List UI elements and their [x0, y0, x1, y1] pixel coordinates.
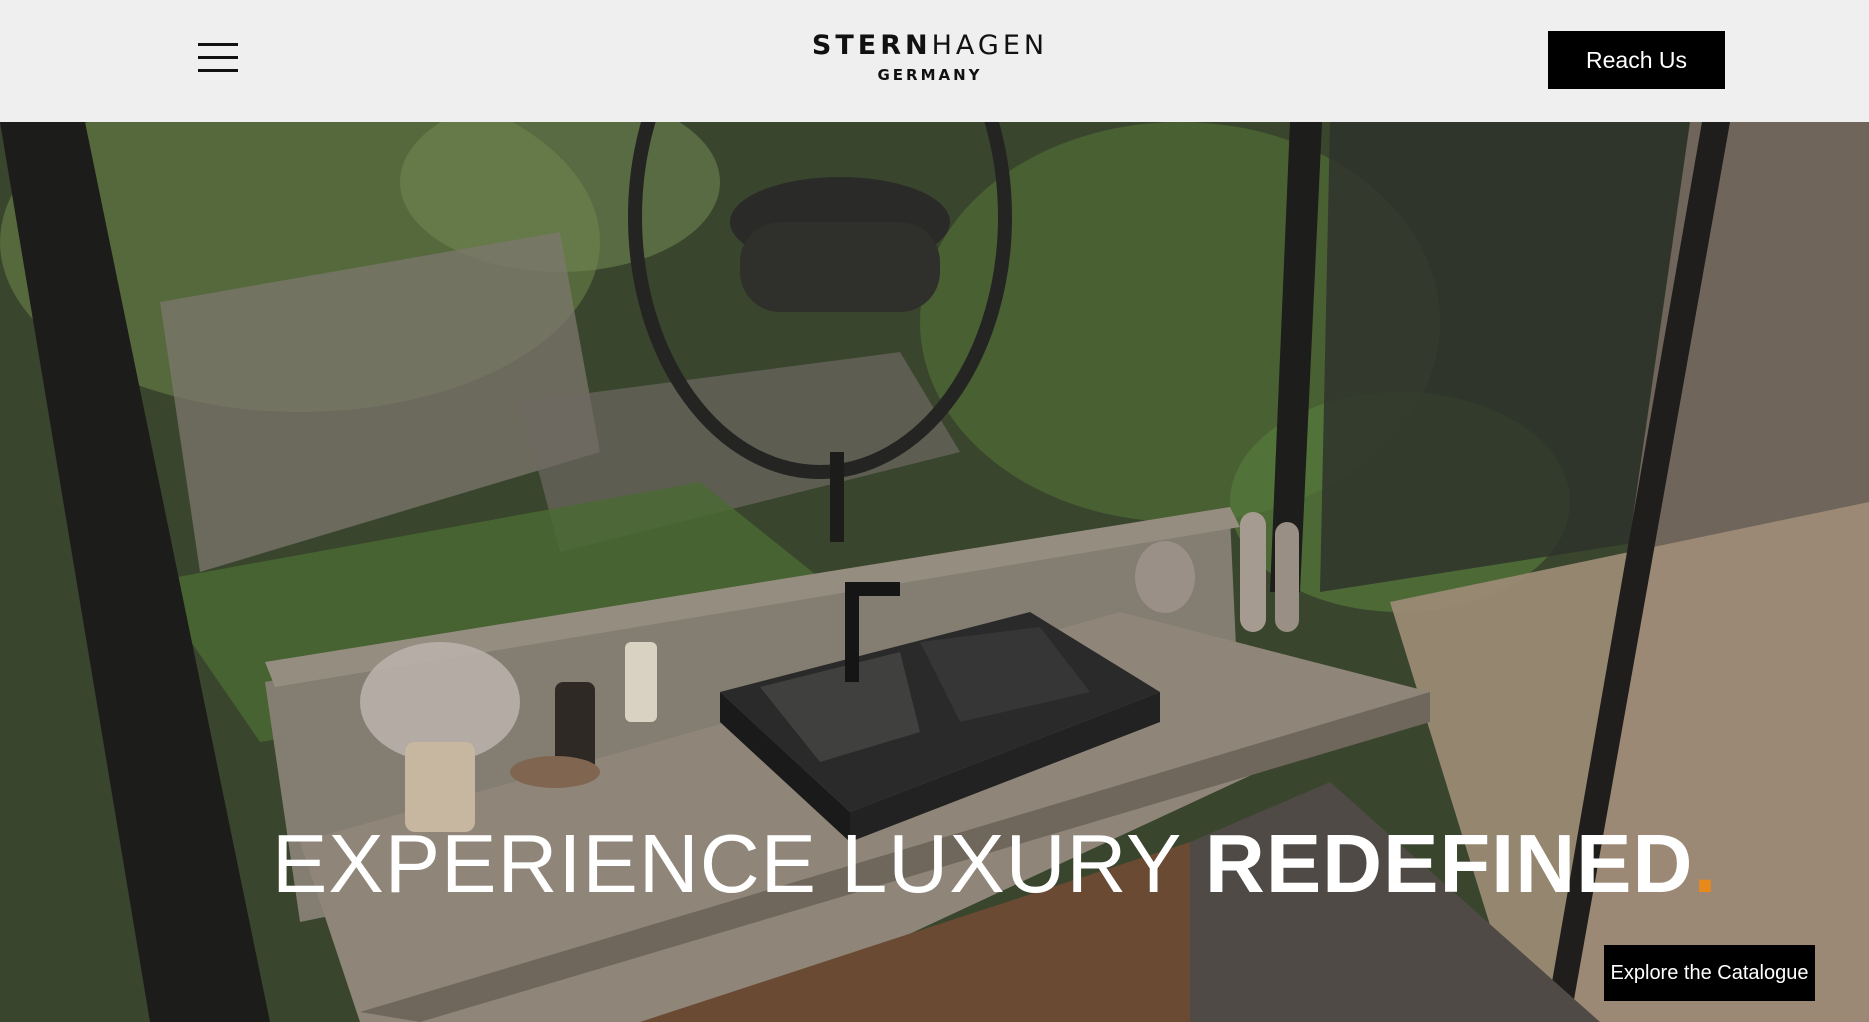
logo-brand-bold: STERN [811, 30, 932, 61]
headline-light-text: EXPERIENCE LUXURY [272, 817, 1205, 910]
reach-us-button[interactable]: Reach Us [1548, 31, 1725, 89]
logo-wordmark: STERNHAGEN [790, 30, 1070, 62]
menu-line [198, 56, 238, 59]
site-header: STERNHAGEN GERMANY Reach Us [0, 0, 1869, 122]
menu-line [198, 69, 238, 72]
hamburger-menu-icon[interactable] [198, 40, 240, 74]
headline-accent-dot: . [1693, 817, 1718, 910]
brand-logo[interactable]: STERNHAGEN GERMANY [790, 30, 1070, 84]
headline-bold-text: REDEFINED [1204, 817, 1694, 910]
menu-line [198, 43, 238, 46]
logo-brand-light: HAGEN [931, 30, 1049, 61]
logo-country: GERMANY [877, 66, 983, 84]
explore-catalogue-button[interactable]: Explore the Catalogue [1604, 945, 1815, 1001]
hero-headline: EXPERIENCE LUXURY REDEFINED. [272, 822, 1718, 905]
hero-section: EXPERIENCE LUXURY REDEFINED. Explore the… [0, 122, 1869, 1022]
